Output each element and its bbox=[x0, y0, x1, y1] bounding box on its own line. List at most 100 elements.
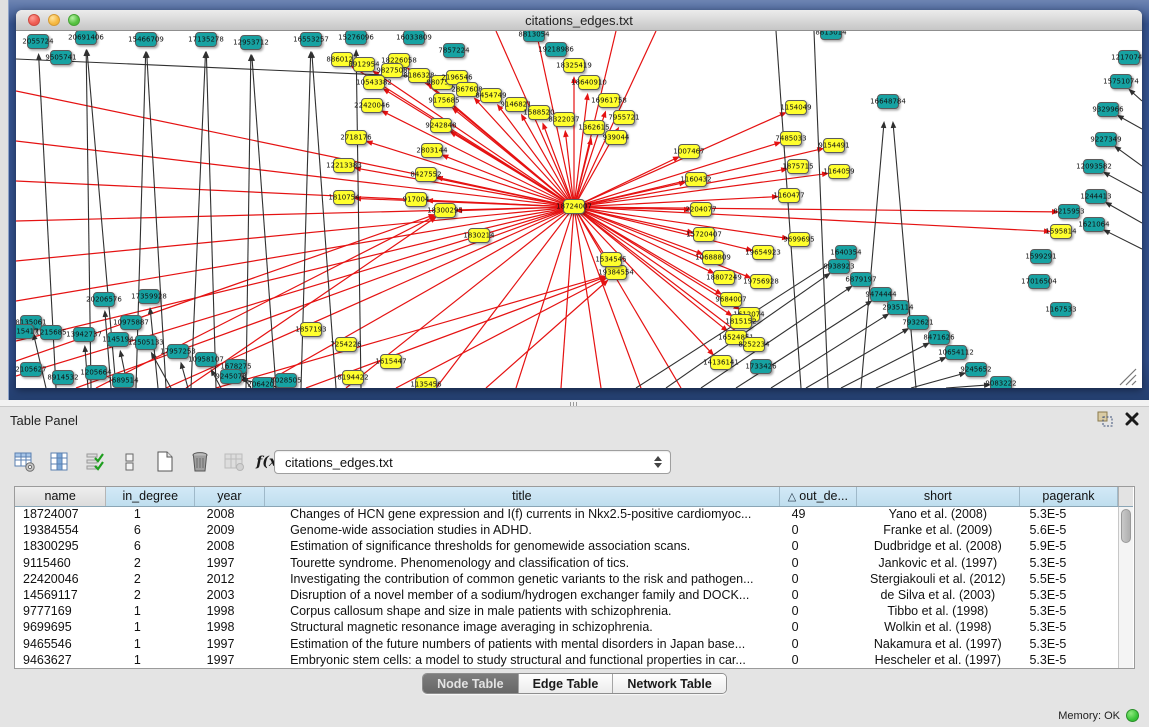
table-cell[interactable]: 9777169 bbox=[15, 603, 106, 619]
table-cell[interactable]: 9115460 bbox=[15, 555, 106, 571]
graph-node[interactable]: 9245078 bbox=[220, 369, 242, 384]
graph-node[interactable]: 9329966 bbox=[1097, 102, 1119, 117]
graph-node[interactable]: 19756928 bbox=[750, 274, 772, 289]
table-cell[interactable]: 19384554 bbox=[15, 522, 106, 538]
table-cell[interactable]: Jankovic et al. (1997) bbox=[856, 555, 1019, 571]
table-cell[interactable]: 2008 bbox=[195, 506, 264, 522]
graph-node[interactable]: 22420046 bbox=[361, 98, 383, 113]
graph-node[interactable]: 7485033 bbox=[780, 131, 802, 146]
table-cell[interactable]: Nakamura et al. (1997) bbox=[856, 636, 1019, 652]
row-height-icon[interactable] bbox=[119, 451, 141, 473]
graph-node[interactable]: 1160477 bbox=[778, 188, 800, 203]
graph-node[interactable]: 15751074 bbox=[1110, 74, 1132, 89]
graph-node[interactable]: 19654923 bbox=[752, 245, 774, 260]
tab-edge-table[interactable]: Edge Table bbox=[519, 674, 614, 693]
graph-node[interactable]: 939044 bbox=[605, 130, 627, 145]
table-cell[interactable]: 1997 bbox=[195, 555, 264, 571]
table-scrollbar[interactable] bbox=[1118, 507, 1133, 668]
table-row[interactable]: 969969511998Structural magnetic resonanc… bbox=[15, 619, 1118, 635]
table-cell[interactable]: Hescheler et al. (1997) bbox=[856, 652, 1019, 668]
graph-node[interactable]: 1815152 bbox=[730, 314, 752, 329]
table-cell[interactable]: 1 bbox=[106, 506, 195, 522]
table-cell[interactable]: Estimation of the future numbers of pati… bbox=[264, 636, 780, 652]
graph-node[interactable]: 12505133 bbox=[135, 335, 157, 350]
graph-node[interactable]: 18640910 bbox=[578, 75, 600, 90]
column-header-pagerank[interactable]: pagerank bbox=[1019, 487, 1117, 506]
graph-node[interactable]: 1588520 bbox=[528, 105, 550, 120]
graph-node[interactable]: 1007467 bbox=[678, 144, 700, 159]
graph-node[interactable]: 17016504 bbox=[1028, 274, 1050, 289]
graph-node[interactable]: 16648784 bbox=[877, 94, 899, 109]
table-select-dropdown[interactable]: citations_edges.txt bbox=[274, 450, 671, 474]
table-cell[interactable]: Tourette syndrome. Phenomenology and cla… bbox=[264, 555, 780, 571]
graph-node[interactable]: 6879197 bbox=[850, 272, 872, 287]
graph-node[interactable]: 8252234 bbox=[743, 337, 765, 352]
graph-node[interactable]: 1640354 bbox=[835, 245, 857, 260]
graph-node[interactable]: 1135456 bbox=[415, 377, 437, 388]
table-row[interactable]: 977716911998Corpus callosum shape and si… bbox=[15, 603, 1118, 619]
graph-node[interactable]: 8914532 bbox=[52, 370, 74, 385]
table-cell[interactable]: 0 bbox=[780, 555, 857, 571]
graph-node[interactable]: 16553257 bbox=[300, 32, 322, 47]
table-cell[interactable]: 6 bbox=[106, 538, 195, 554]
table-cell[interactable]: de Silva et al. (2003) bbox=[856, 587, 1019, 603]
graph-node[interactable]: 1167533 bbox=[1050, 302, 1072, 317]
graph-node[interactable]: 10654112 bbox=[945, 345, 967, 360]
table-cell[interactable]: 22420046 bbox=[15, 571, 106, 587]
graph-node[interactable]: 12093582 bbox=[1083, 159, 1105, 174]
table-cell[interactable]: 6 bbox=[106, 522, 195, 538]
graph-node[interactable]: 9242848 bbox=[430, 118, 452, 133]
graph-node[interactable]: 13942737 bbox=[73, 327, 95, 342]
graph-node[interactable]: 1534545 bbox=[600, 252, 622, 267]
table-cell[interactable]: 1 bbox=[106, 619, 195, 635]
graph-node[interactable]: 8427552 bbox=[415, 167, 437, 182]
graph-node[interactable]: 1599291 bbox=[1030, 249, 1052, 264]
column-header-year[interactable]: year bbox=[195, 487, 264, 506]
graph-node[interactable]: 1875715 bbox=[787, 159, 809, 174]
table-row[interactable]: 1830029562008Estimation of significance … bbox=[15, 538, 1118, 554]
select-rows-icon[interactable] bbox=[84, 451, 106, 473]
table-cell[interactable]: 0 bbox=[780, 652, 857, 668]
table-cell[interactable]: 18300295 bbox=[15, 538, 106, 554]
tab-network-table[interactable]: Network Table bbox=[613, 674, 726, 693]
table-cell[interactable]: 14569117 bbox=[15, 587, 106, 603]
graph-node[interactable]: 18724007 bbox=[563, 199, 585, 214]
graph-node[interactable]: 18300295 bbox=[434, 203, 456, 218]
graph-node[interactable]: 18325419 bbox=[563, 58, 585, 73]
graph-node[interactable]: 10958107 bbox=[195, 352, 217, 367]
table-cell[interactable]: 1998 bbox=[195, 619, 264, 635]
table-cell[interactable]: 9465546 bbox=[15, 636, 106, 652]
graph-node[interactable]: 10975887 bbox=[120, 315, 142, 330]
table-cell[interactable]: Disruption of a novel member of a sodium… bbox=[264, 587, 780, 603]
table-cell[interactable]: Genome-wide association studies in ADHD. bbox=[264, 522, 780, 538]
graph-node[interactable]: 7932621 bbox=[907, 315, 929, 330]
table-cell[interactable]: 5.3E-5 bbox=[1019, 555, 1117, 571]
table-row[interactable]: 2242004622012Investigating the contribut… bbox=[15, 571, 1118, 587]
graph-node[interactable]: 12953712 bbox=[240, 35, 262, 50]
graph-node[interactable]: 16033809 bbox=[403, 31, 425, 45]
table-cell[interactable]: 1 bbox=[106, 603, 195, 619]
float-panel-icon[interactable] bbox=[1097, 411, 1113, 427]
graph-node[interactable]: 10688809 bbox=[702, 250, 724, 265]
table-cell[interactable]: Tibbo et al. (1998) bbox=[856, 603, 1019, 619]
graph-node[interactable]: 7857224 bbox=[443, 43, 465, 58]
graph-node[interactable]: 2803144 bbox=[421, 143, 443, 158]
table-cell[interactable]: 0 bbox=[780, 603, 857, 619]
table-cell[interactable]: 5.3E-5 bbox=[1019, 587, 1117, 603]
table-cell[interactable]: 1 bbox=[106, 636, 195, 652]
table-cell[interactable]: Embryonic stem cells: a model to study s… bbox=[264, 652, 780, 668]
column-header-out_de[interactable]: △out_de... bbox=[780, 487, 857, 506]
graph-node[interactable]: 9505741 bbox=[50, 50, 72, 65]
graph-node[interactable]: 8471626 bbox=[928, 330, 950, 345]
table-cell[interactable]: 1 bbox=[106, 652, 195, 668]
graph-node[interactable]: 2935114 bbox=[887, 300, 909, 315]
graph-node[interactable]: 9175685 bbox=[433, 93, 455, 108]
table-row[interactable]: 1456911722003Disruption of a novel membe… bbox=[15, 587, 1118, 603]
graph-node[interactable]: 1244413 bbox=[1085, 189, 1107, 204]
column-header-name[interactable]: name bbox=[15, 487, 106, 506]
graph-node[interactable]: 1215685 bbox=[40, 325, 62, 340]
tab-node-table[interactable]: Node Table bbox=[423, 674, 518, 693]
table-settings-icon[interactable] bbox=[14, 451, 36, 473]
table-cell[interactable]: 5.5E-5 bbox=[1019, 571, 1117, 587]
table-cell[interactable]: 1997 bbox=[195, 652, 264, 668]
